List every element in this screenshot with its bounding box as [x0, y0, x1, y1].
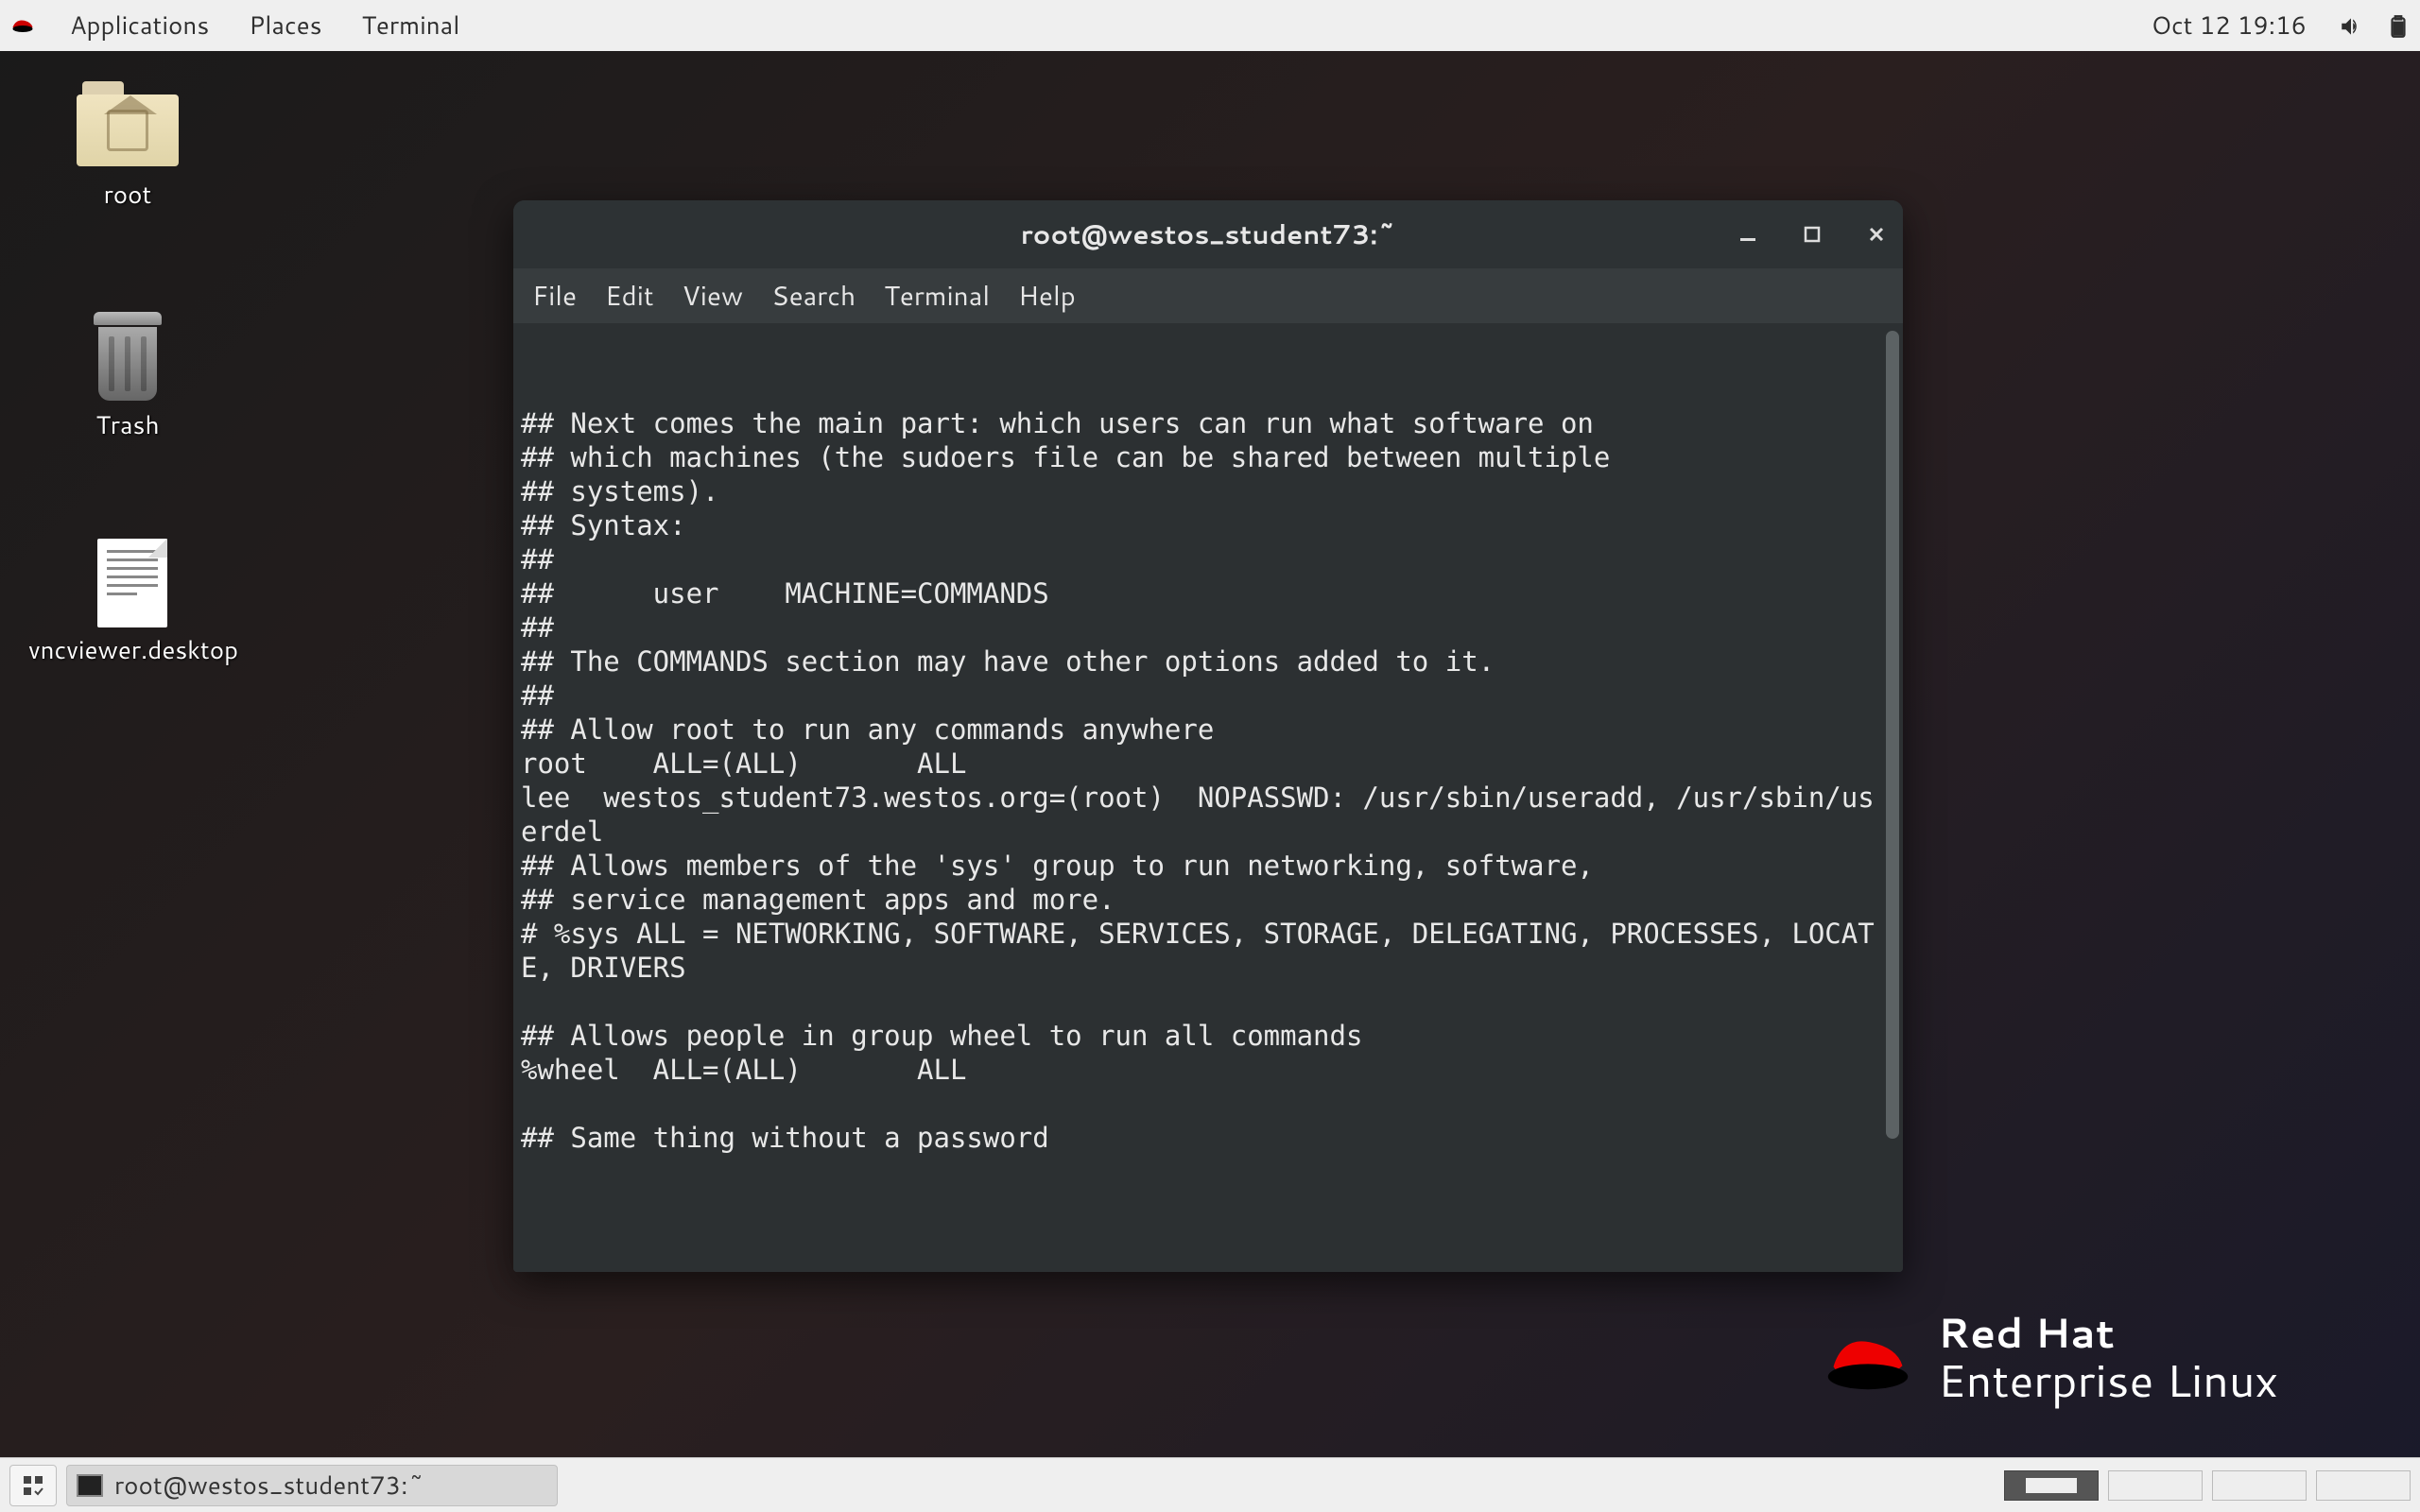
workspace-switcher	[2004, 1470, 2411, 1501]
desktop-icon-label: Trash	[38, 408, 217, 442]
redhat-watermark: Red Hat Enterprise Linux	[1823, 1312, 2278, 1408]
terminal-menubar: File Edit View Search Terminal Help	[513, 268, 1903, 323]
redhat-hat-icon	[1823, 1326, 1913, 1394]
clock[interactable]: Oct 12 19:16	[2152, 9, 2307, 43]
menu-places[interactable]: Places	[243, 5, 327, 46]
desktop-icon-vncviewer[interactable]: vncviewer.desktop	[28, 539, 236, 667]
workspace-1[interactable]	[2004, 1470, 2099, 1501]
terminal-text: ## Next comes the main part: which users…	[521, 406, 1895, 1155]
menu-applications[interactable]: Applications	[64, 5, 215, 46]
menu-edit[interactable]: Edit	[605, 277, 654, 315]
bottom-panel: root@westos_student73:~	[0, 1457, 2420, 1512]
redhat-logo-icon	[9, 12, 36, 39]
menu-file[interactable]: File	[532, 277, 577, 315]
desktop-icon-root[interactable]: root	[38, 81, 217, 212]
desktop-icon-trash[interactable]: Trash	[38, 312, 217, 442]
menu-search[interactable]: Search	[771, 277, 856, 315]
document-icon	[97, 539, 167, 627]
window-titlebar[interactable]: root@westos_student73:~	[513, 200, 1903, 268]
volume-icon[interactable]	[2339, 13, 2363, 38]
terminal-window: root@westos_student73:~ File Edit View S…	[513, 200, 1903, 1272]
menu-terminal[interactable]: Terminal	[356, 5, 466, 46]
terminal-icon	[77, 1474, 103, 1497]
desktop-icon-label: vncviewer.desktop	[28, 633, 236, 667]
top-panel: Applications Places Terminal Oct 12 19:1…	[0, 0, 2420, 51]
menu-help[interactable]: Help	[1018, 277, 1076, 315]
minimize-button[interactable]	[1735, 221, 1761, 248]
menu-view[interactable]: View	[683, 277, 743, 315]
trash-icon	[94, 312, 162, 403]
terminal-status-area	[513, 1238, 1903, 1272]
watermark-text-bottom: Enterprise Linux	[1938, 1353, 2278, 1408]
folder-home-icon	[77, 81, 179, 172]
terminal-scrollbar[interactable]	[1886, 331, 1899, 1139]
battery-icon[interactable]	[2386, 13, 2411, 38]
show-desktop-button[interactable]	[9, 1465, 57, 1506]
workspace-3[interactable]	[2212, 1470, 2307, 1501]
taskbar-item-label: root@westos_student73:~	[114, 1469, 424, 1503]
maximize-button[interactable]	[1799, 221, 1825, 248]
taskbar-item-terminal[interactable]: root@westos_student73:~	[66, 1465, 558, 1506]
desktop-icon-label: root	[38, 178, 217, 212]
workspace-4[interactable]	[2316, 1470, 2411, 1501]
terminal-content[interactable]: ## Next comes the main part: which users…	[513, 323, 1903, 1238]
menu-terminal-item[interactable]: Terminal	[884, 277, 990, 315]
window-title: root@westos_student73:~	[1021, 215, 1396, 253]
workspace-2[interactable]	[2108, 1470, 2203, 1501]
close-button[interactable]	[1863, 221, 1890, 248]
